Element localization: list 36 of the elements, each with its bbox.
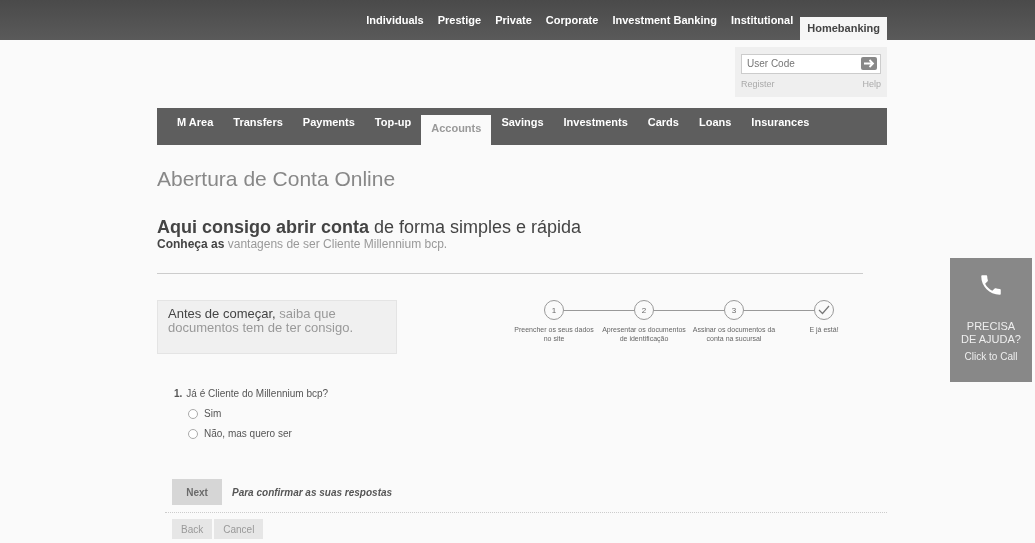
nav-tab[interactable]: Payments (292, 108, 365, 145)
site-tab[interactable]: Private (488, 8, 539, 40)
site-tab[interactable]: Investment Banking (605, 8, 724, 40)
next-hint: Para confirmar as suas respostas (232, 486, 393, 498)
radio-button[interactable] (188, 408, 198, 419)
step-marker: 1 (544, 300, 564, 320)
question-text: Já é Cliente do Millennium bcp? (186, 388, 329, 399)
option-label: Sim (204, 408, 222, 419)
help-title: PRECISA DE AJUDA? (961, 320, 1021, 346)
user-code-field[interactable]: User Code (741, 53, 881, 74)
check-icon (818, 305, 830, 315)
page-title: Abertura de Conta Online (157, 167, 397, 191)
step-marker: 2 (634, 300, 654, 320)
site-tab[interactable]: Prestige (430, 8, 489, 40)
site-tab[interactable]: Corporate (538, 8, 606, 40)
subtitle-text: Conheça as (157, 237, 225, 251)
nav-tab[interactable]: Investments (553, 108, 638, 145)
phone-icon (978, 272, 1004, 298)
arrow-icon[interactable] (861, 57, 877, 70)
radio-button[interactable] (188, 428, 198, 439)
site-tab[interactable]: Institutional (723, 8, 801, 40)
question-number: 1. (174, 388, 183, 399)
step-marker: 3 (724, 300, 744, 320)
nav-tab[interactable]: Savings (491, 108, 554, 145)
nav-tab[interactable]: M Area (167, 108, 224, 145)
nav-tab[interactable]: Top-up (364, 108, 422, 145)
site-tab[interactable]: Individuals (359, 8, 431, 40)
nav-tab[interactable]: Transfers (223, 108, 293, 145)
info-box: Antes de começar, saiba que documentos tem de ter consigo. (157, 300, 397, 354)
site-tab[interactable]: Homebanking (800, 17, 887, 40)
nav-tab[interactable]: Loans (688, 108, 742, 145)
nav-tab[interactable]: Insurances (741, 108, 820, 145)
option-label: Não, mas quero ser (204, 428, 292, 439)
click-to-call-text: Click to Call (964, 351, 1018, 362)
nav-tab[interactable]: Cards (637, 108, 689, 145)
headline: Aqui consigo abrir conta de forma simples e rápida (157, 217, 583, 238)
